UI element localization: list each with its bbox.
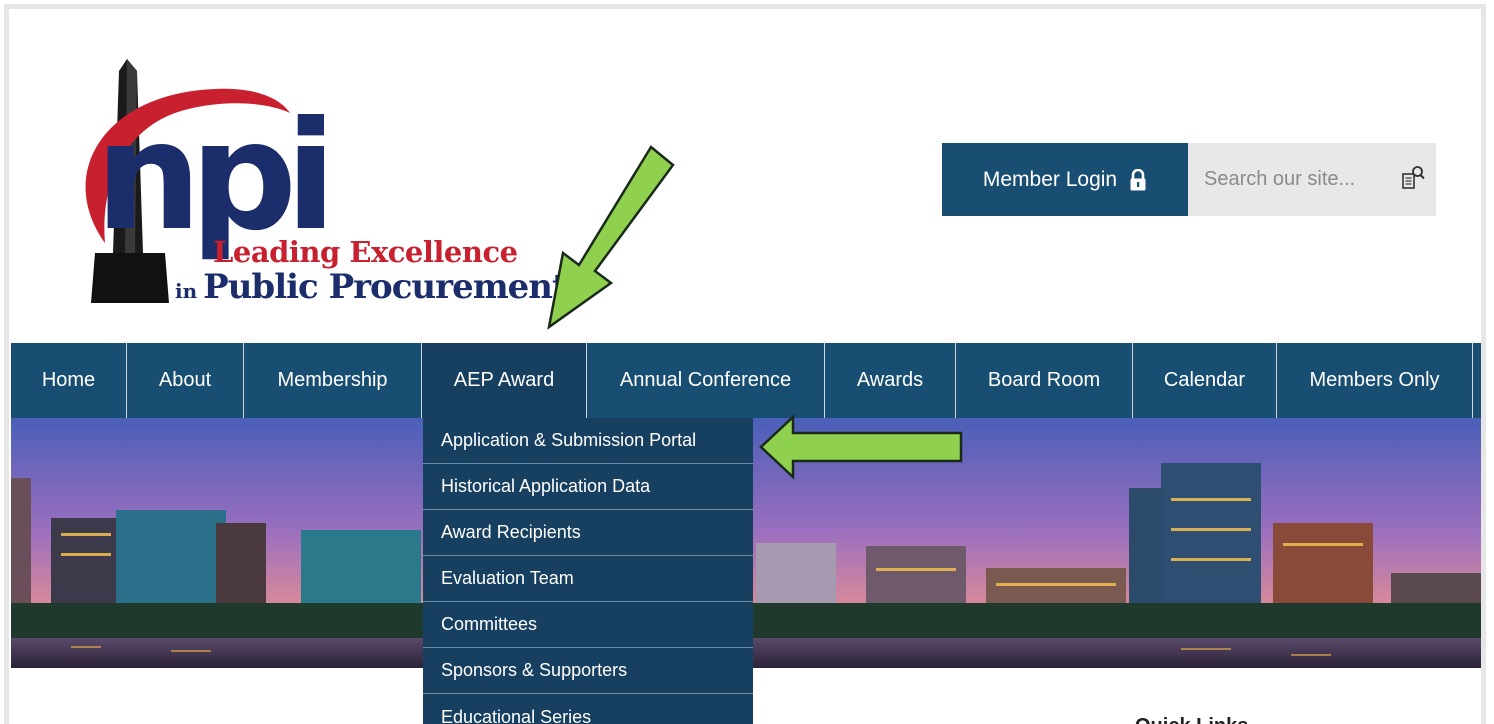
search-box <box>1188 143 1436 216</box>
logo-tagline-in: in <box>175 279 198 303</box>
dropdown-item-sponsors[interactable]: Sponsors & Supporters <box>423 648 753 694</box>
member-login-label: Member Login <box>982 167 1118 191</box>
page-frame: npi Leading Excellence in Public Procurem… <box>4 4 1486 724</box>
lock-icon <box>1129 168 1147 191</box>
aep-award-dropdown: Application & Submission Portal Historic… <box>423 418 753 724</box>
member-login-button[interactable]: Member Login <box>942 143 1188 216</box>
dropdown-item-evaluation-team[interactable]: Evaluation Team <box>423 556 753 602</box>
site-logo[interactable]: npi Leading Excellence in Public Procurem… <box>65 53 568 315</box>
nav-item-aep-award[interactable]: AEP Award <box>422 343 587 418</box>
search-icon[interactable] <box>1400 165 1426 191</box>
logo-tagline-line1: Leading Excellence <box>213 235 518 269</box>
logo-tagline-line2: in Public Procurement <box>175 267 568 307</box>
nav-item-home[interactable]: Home <box>11 343 127 418</box>
search-input[interactable] <box>1188 168 1388 191</box>
nav-item-membership[interactable]: Membership <box>244 343 422 418</box>
quick-links-title: Quick Links <box>1135 715 1248 724</box>
nav-item-about[interactable]: About <box>127 343 244 418</box>
nav-item-awards[interactable]: Awards <box>825 343 956 418</box>
nav-item-board-room[interactable]: Board Room <box>956 343 1133 418</box>
nav-item-annual-conference[interactable]: Annual Conference <box>587 343 825 418</box>
dropdown-item-historical-data[interactable]: Historical Application Data <box>423 464 753 510</box>
main-nav: Home About Membership AEP Award Annual C… <box>11 343 1481 418</box>
dropdown-item-application-portal[interactable]: Application & Submission Portal <box>423 418 753 464</box>
nav-item-members-only[interactable]: Members Only <box>1277 343 1473 418</box>
dropdown-item-educational-series[interactable]: Educational Series <box>423 694 753 724</box>
nav-item-calendar[interactable]: Calendar <box>1133 343 1277 418</box>
dropdown-item-award-recipients[interactable]: Award Recipients <box>423 510 753 556</box>
dropdown-item-committees[interactable]: Committees <box>423 602 753 648</box>
logo-tagline-procurement: Public Procurement <box>203 267 568 307</box>
